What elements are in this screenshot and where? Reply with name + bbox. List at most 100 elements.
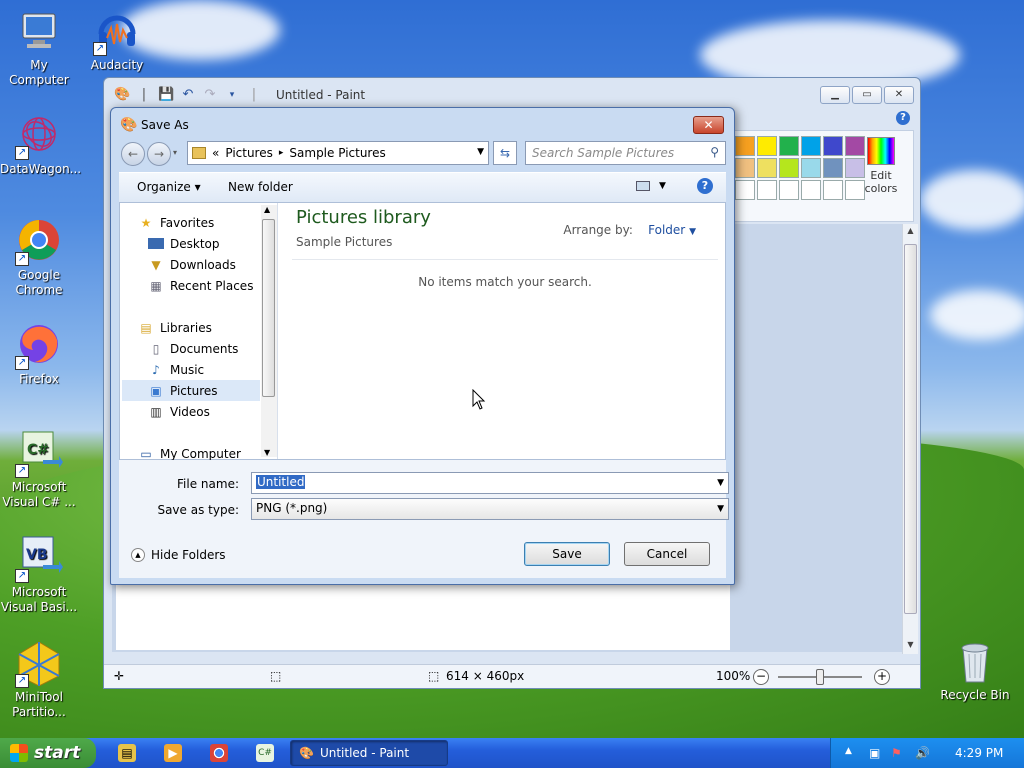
dialog-close-button[interactable]: ✕ <box>693 116 724 134</box>
desktop-icon-recycle-bin[interactable]: Recycle Bin <box>936 638 1014 703</box>
desktop-icon-audacity[interactable]: ↗ Audacity <box>78 8 156 73</box>
desktop-icon-my-computer[interactable]: My Computer <box>0 8 78 88</box>
back-button[interactable]: ← <box>121 142 145 166</box>
zoom-out-button[interactable]: − <box>753 669 769 685</box>
close-button[interactable]: ✕ <box>884 86 914 104</box>
help-icon[interactable]: ? <box>896 111 910 125</box>
color-swatch[interactable] <box>779 136 799 156</box>
action-center-icon[interactable]: ⚑ <box>891 746 902 760</box>
undo-icon[interactable]: ↶ <box>180 87 196 103</box>
firefox-icon: ↗ <box>15 322 63 370</box>
maximize-button[interactable]: ▭ <box>852 86 882 104</box>
address-bar[interactable]: « Pictures ▸ Sample Pictures ▼ <box>187 141 489 165</box>
search-icon[interactable]: ⚲ <box>710 145 719 159</box>
documents-icon: ▯ <box>152 341 160 356</box>
color-swatch[interactable] <box>823 180 843 200</box>
new-folder-button[interactable]: New folder <box>228 180 293 194</box>
breadcrumb-pictures[interactable]: Pictures <box>225 146 273 160</box>
chevron-down-icon[interactable]: ▼ <box>717 478 724 488</box>
scroll-up-icon[interactable]: ▲ <box>264 205 270 214</box>
save-icon[interactable]: 💾 <box>158 87 174 103</box>
taskbar: start ▤ ▶ C# 🎨 Untitled - Paint ▲ ▣ ⚑ 🔊 … <box>0 738 1024 768</box>
minimize-button[interactable]: ▁ <box>820 86 850 104</box>
search-input[interactable]: Search Sample Pictures ⚲ <box>525 141 726 165</box>
redo-icon[interactable]: ↷ <box>202 87 218 103</box>
start-button[interactable]: start <box>0 738 96 768</box>
desktop-icon-visual-basic[interactable]: VB ↗ Microsoft Visual Basi... <box>0 535 78 615</box>
chevron-down-icon[interactable]: ▼ <box>689 227 696 237</box>
show-hidden-icons-icon[interactable]: ▲ <box>845 746 852 756</box>
color-swatch[interactable] <box>801 180 821 200</box>
edit-colors-button[interactable]: Edit colors <box>861 135 901 195</box>
media-player-quicklaunch-icon[interactable]: ▶ <box>164 744 182 762</box>
color-swatch[interactable] <box>757 158 777 178</box>
color-swatch[interactable] <box>735 158 755 178</box>
view-dropdown-icon[interactable]: ▼ <box>659 181 666 191</box>
paint-app-icon[interactable]: 🎨 <box>114 87 130 103</box>
breadcrumb-sample-pictures[interactable]: Sample Pictures <box>289 146 385 160</box>
volume-icon[interactable]: 🔊 <box>915 746 930 760</box>
chrome-quicklaunch-icon[interactable] <box>210 744 228 762</box>
paint-app-icon: 🎨 <box>120 117 138 133</box>
audacity-icon: ↗ <box>93 8 141 56</box>
nav-item-libraries[interactable]: ▤ Libraries <box>138 317 278 338</box>
color-swatch[interactable] <box>757 136 777 156</box>
taskbar-item-paint[interactable]: 🎨 Untitled - Paint <box>290 740 448 766</box>
clock[interactable]: 4:29 PM <box>955 746 1003 760</box>
color-swatch[interactable] <box>823 136 843 156</box>
organize-button[interactable]: Organize ▾ <box>137 180 201 194</box>
cancel-button[interactable]: Cancel <box>624 542 710 566</box>
desktop-icon-datawagon[interactable]: ↗ DataWagon... <box>0 112 81 177</box>
pictures-icon: ▣ <box>150 383 162 398</box>
color-swatch[interactable] <box>735 136 755 156</box>
zoom-level: 100% <box>716 669 751 683</box>
color-spectrum-icon <box>867 137 895 165</box>
save-as-type-select[interactable]: PNG (*.png) ▼ <box>251 498 729 520</box>
forward-button[interactable]: → <box>147 142 171 166</box>
system-tray: ▲ ▣ ⚑ 🔊 4:29 PM <box>830 738 1024 768</box>
color-swatch[interactable] <box>801 136 821 156</box>
paint-vertical-scrollbar[interactable]: ▲ ▼ <box>902 224 918 654</box>
visual-csharp-quicklaunch-icon[interactable]: C# <box>256 744 274 762</box>
save-button[interactable]: Save <box>524 542 610 566</box>
zoom-in-button[interactable]: + <box>874 669 890 685</box>
desktop-icon-minitool[interactable]: ↗ MiniTool Partitio... <box>0 640 78 720</box>
mouse-cursor-icon <box>472 389 486 410</box>
zoom-slider-thumb[interactable] <box>816 669 824 685</box>
color-swatch[interactable] <box>801 158 821 178</box>
recent-locations-icon[interactable]: ▾ <box>173 148 177 157</box>
scroll-down-icon[interactable]: ▼ <box>903 640 918 654</box>
desktop-icon-chrome[interactable]: ↗ Google Chrome <box>0 218 78 298</box>
nav-item-pictures[interactable]: ▣ Pictures <box>122 380 260 401</box>
desktop-icon-visual-csharp[interactable]: C# ↗ Microsoft Visual C# ... <box>0 430 78 510</box>
nav-pane-scrollbar[interactable]: ▲ ▼ <box>261 205 277 457</box>
explorer-quicklaunch-icon[interactable]: ▤ <box>118 744 136 762</box>
color-swatch[interactable] <box>779 158 799 178</box>
navigation-row: ← → ▾ « Pictures ▸ Sample Pictures ▼ ⇆ S… <box>119 140 726 166</box>
arrange-by-dropdown[interactable]: Folder <box>648 223 685 237</box>
network-icon[interactable]: ▣ <box>869 746 880 760</box>
color-swatch[interactable] <box>735 180 755 200</box>
music-icon: ♪ <box>152 362 160 377</box>
scroll-up-icon[interactable]: ▲ <box>903 226 918 240</box>
color-swatch[interactable] <box>823 158 843 178</box>
refresh-button[interactable]: ⇆ <box>493 141 517 165</box>
scroll-thumb[interactable] <box>904 244 917 614</box>
color-swatch[interactable] <box>757 180 777 200</box>
libraries-icon: ▤ <box>140 320 152 335</box>
scroll-thumb[interactable] <box>262 219 275 397</box>
chevron-down-icon[interactable]: ▼ <box>477 147 484 157</box>
help-icon[interactable]: ? <box>697 178 713 194</box>
desktop-icon-firefox[interactable]: ↗ Firefox <box>0 322 78 387</box>
cursor-position-icon: ✛ <box>114 669 125 683</box>
customize-quick-access-icon[interactable]: ▾ <box>224 87 240 103</box>
scroll-down-icon[interactable]: ▼ <box>264 448 270 457</box>
view-options-icon[interactable] <box>636 181 650 191</box>
desktop-icon <box>148 238 164 249</box>
hide-folders-button[interactable]: ▲ Hide Folders <box>131 548 226 562</box>
chevron-down-icon[interactable]: ▼ <box>717 504 724 514</box>
nav-item-favorites[interactable]: ★ Favorites <box>138 212 278 233</box>
file-name-field[interactable]: Untitled ▼ <box>251 472 729 494</box>
color-swatch[interactable] <box>779 180 799 200</box>
file-name-value[interactable]: Untitled <box>256 475 306 489</box>
